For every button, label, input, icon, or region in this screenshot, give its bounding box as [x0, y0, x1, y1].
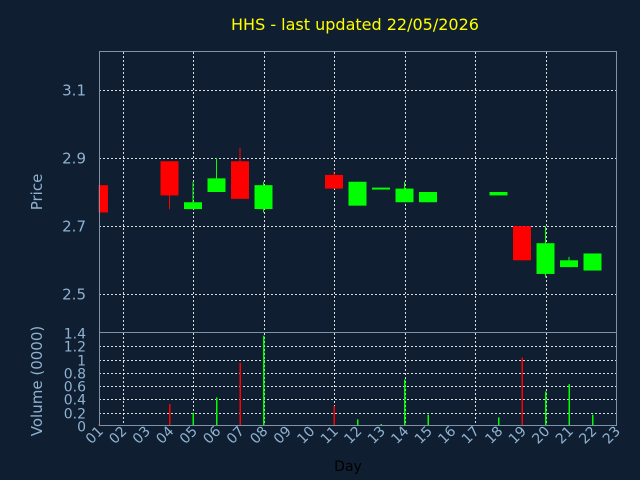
volume-y-tick-label: 1 [77, 354, 86, 370]
candle-body [184, 202, 202, 210]
volume-bar [404, 379, 406, 426]
candle [254, 181, 273, 213]
candle-body [348, 181, 367, 206]
candle-body [560, 260, 578, 268]
stock-chart: HHS - last updated 22/05/2026 2.5 2.7 2.9 3… [28, 15, 624, 475]
candle-body [207, 178, 226, 192]
price-y-ticks: 2.5 2.7 2.9 3.1 [62, 82, 86, 304]
x-tick-label: 20 [529, 424, 553, 448]
candle [489, 192, 508, 196]
candle [536, 226, 555, 278]
price-y-tick-label: 2.7 [62, 218, 86, 236]
candle-body [160, 161, 179, 196]
x-tick-label: 12 [341, 424, 365, 448]
candle-body [583, 253, 602, 271]
candle-body [489, 192, 508, 196]
x-tick-label: 17 [459, 424, 483, 448]
x-tick-label: 02 [106, 424, 130, 448]
candle-body [99, 185, 108, 213]
x-tick-label: 18 [482, 424, 506, 448]
volume-bar [427, 414, 429, 426]
x-tick-label: 09 [271, 424, 295, 448]
candle-body [325, 174, 343, 189]
candle [513, 226, 531, 261]
candle-body [395, 188, 414, 203]
candle [348, 181, 367, 206]
candle [184, 181, 202, 210]
x-tick-label: 21 [553, 424, 577, 448]
volume-bar [333, 406, 335, 426]
x-tick-label: 11 [318, 424, 342, 448]
x-axis-label: Day [334, 459, 362, 475]
volume-y-tick-label: 1.4 [64, 327, 86, 343]
price-y-tick-label: 3.1 [62, 82, 86, 100]
x-tick-label: 03 [130, 424, 154, 448]
candle [372, 187, 390, 190]
volume-axis-label: Volume (0000) [28, 326, 46, 436]
volume-bar [592, 414, 594, 426]
candle-body [513, 226, 531, 261]
candle [160, 161, 179, 210]
volume-bar [521, 357, 523, 426]
candle-body [536, 243, 555, 274]
price-y-tick-label: 2.9 [62, 150, 86, 168]
volume-y-tick-label: 0.2 [64, 407, 86, 423]
price-y-tick-label: 2.5 [62, 286, 86, 304]
volume-plot-frame [99, 332, 617, 426]
x-tick-label: 10 [294, 424, 318, 448]
volume-bar [239, 362, 241, 426]
candle-body [231, 161, 249, 199]
candle-body [372, 187, 390, 190]
candle-body [254, 185, 273, 210]
x-tick-label: 01 [83, 424, 107, 448]
volume-bars [98, 335, 594, 426]
candle [325, 171, 343, 189]
candle-body [419, 192, 437, 203]
x-tick-label: 22 [576, 424, 600, 448]
candle [231, 147, 249, 199]
volume-y-ticks: 00.20.40.60.811.21.4 [64, 327, 86, 436]
price-candles [98, 147, 602, 278]
volume-bar [263, 335, 265, 426]
candle [560, 256, 578, 268]
volume-bar [498, 417, 500, 426]
x-tick-label: 06 [200, 423, 224, 447]
candle [419, 192, 437, 203]
x-tick-label: 13 [365, 424, 389, 448]
x-tick-label: 07 [224, 424, 248, 448]
x-axis-ticks: 01 02 03 04 05 06 07 08 09 10 11 12 13 14 15 16 17 18 19 20… [83, 423, 624, 447]
volume-bar [545, 391, 547, 426]
x-tick-label: 04 [153, 423, 177, 447]
x-tick-label: 14 [388, 423, 412, 447]
volume-bar [169, 404, 171, 426]
price-axis-label: Price [28, 174, 46, 211]
x-tick-label: 19 [506, 424, 530, 448]
candle [207, 157, 226, 192]
x-tick-label: 05 [177, 424, 201, 448]
x-tick-label: 23 [600, 424, 624, 448]
candle [98, 185, 108, 213]
x-tick-label: 15 [412, 424, 436, 448]
x-tick-label: 08 [247, 424, 271, 448]
volume-grid [99, 333, 617, 426]
x-tick-label: 16 [435, 423, 459, 447]
chart-title: HHS - last updated 22/05/2026 [231, 15, 479, 34]
volume-bar [216, 397, 218, 426]
volume-bar [192, 412, 194, 426]
candle [395, 181, 414, 203]
candle [583, 253, 602, 271]
volume-bar [568, 384, 570, 426]
